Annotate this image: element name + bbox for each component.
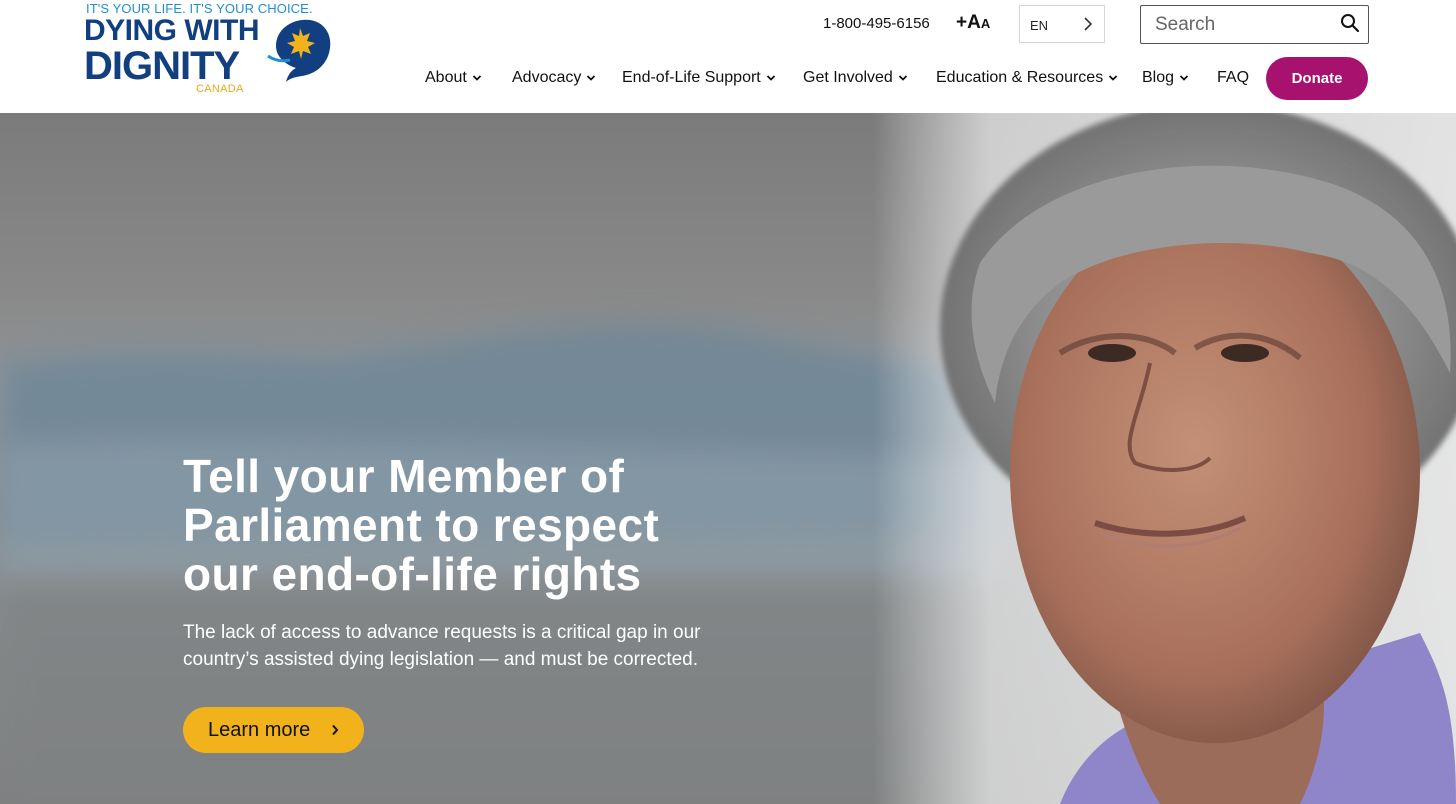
site-header: IT'S YOUR LIFE. IT'S YOUR CHOICE. DYING … [0,0,1456,113]
chevron-down-icon [1109,75,1118,81]
text-size-small-label: A [980,16,991,31]
learn-more-button[interactable]: Learn more [183,707,364,753]
nav-item-label: FAQ [1217,69,1250,86]
chevron-down-icon [587,75,596,81]
chevron-right-icon [1084,17,1093,31]
logo-country: CANADA [196,83,244,95]
phone-number-link[interactable]: 1-800-495-6156 [823,15,930,32]
site-logo[interactable]: IT'S YOUR LIFE. IT'S YOUR CHOICE. DYING … [84,0,334,100]
nav-item-label: About [425,69,467,86]
nav-item-label: Blog [1142,69,1175,86]
search-icon[interactable] [1340,13,1360,33]
language-selector[interactable]: EN [1019,5,1105,43]
nav-item-label: Get Involved [803,69,893,86]
chevron-down-icon [1179,75,1189,81]
nav-item-get-involved[interactable]: Get Involved [803,69,908,87]
hero-subtext: The lack of access to advance requests i… [183,622,701,670]
nav-item-faq[interactable]: FAQ [1217,69,1249,87]
nav-item-advocacy[interactable]: Advocacy [512,69,596,87]
search-box[interactable] [1140,5,1369,44]
donate-button[interactable]: Donate [1266,57,1368,100]
nav-item-label: Education & Resources [936,69,1104,86]
nav-item-label: Advocacy [512,69,582,86]
logo-text-line1: DYING WITH [84,14,260,47]
text-size-label: +A [956,12,981,33]
chevron-right-icon [332,724,339,736]
nav-item-end-of-life-support[interactable]: End-of-Life Support [622,69,776,87]
nav-item-label: End-of-Life Support [622,69,761,86]
text-size-toggle[interactable]: +AA [956,12,990,34]
chevron-down-icon [472,75,481,81]
learn-more-label: Learn more [208,719,311,741]
logo-text-line2: DIGNITY [84,44,240,88]
nav-item-education-resources[interactable]: Education & Resources [936,69,1118,87]
chevron-down-icon [766,75,775,81]
hero-headline: Tell your Member of Parliament to respec… [183,450,660,600]
chevron-down-icon [898,75,907,81]
search-input[interactable] [1155,13,1325,37]
nav-item-blog[interactable]: Blog [1142,69,1189,87]
hero-banner: Tell your Member of Parliament to respec… [0,113,1456,804]
maple-leaf-emblem-icon [267,19,331,82]
language-code: EN [1030,18,1049,33]
nav-item-about[interactable]: About [425,69,482,87]
